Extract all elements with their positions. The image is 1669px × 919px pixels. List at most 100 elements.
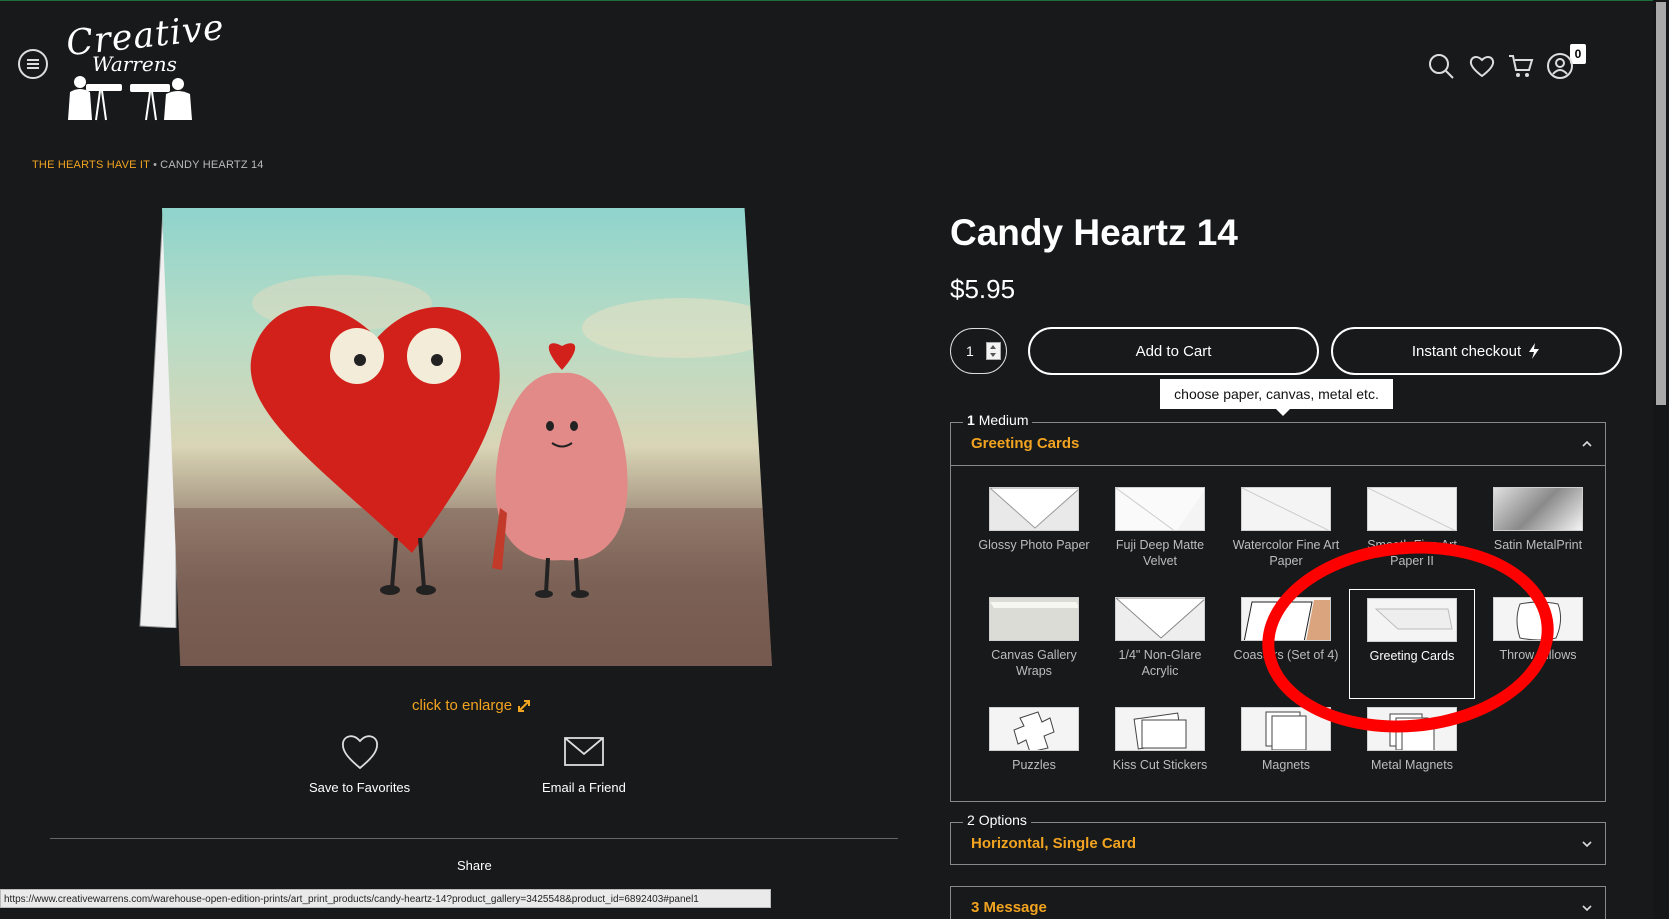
options-section[interactable]: 2 Options Horizontal, Single Card bbox=[950, 812, 1606, 865]
menu-button[interactable] bbox=[18, 49, 48, 79]
medium-option-label: Kiss Cut Stickers bbox=[1112, 758, 1208, 772]
instant-checkout-label: Instant checkout bbox=[1411, 342, 1522, 360]
heart-icon bbox=[1469, 56, 1495, 78]
photographers-silhouette-icon bbox=[68, 76, 192, 121]
cart-icon bbox=[1509, 55, 1534, 77]
medium-option-kiss-cut-stickers[interactable]: Kiss Cut Stickers bbox=[1097, 699, 1223, 809]
medium-step-number: 1 bbox=[967, 412, 975, 428]
medium-option-watercolor-fine-art-paper[interactable]: Watercolor Fine Art Paper bbox=[1223, 479, 1349, 589]
medium-section-legend: 1 Medium bbox=[963, 412, 1033, 428]
medium-option-metal-magnets[interactable]: Metal Magnets bbox=[1349, 699, 1475, 809]
medium-option-magnets[interactable]: Magnets bbox=[1223, 699, 1349, 809]
throw-pillows-thumbnail bbox=[1493, 597, 1583, 641]
scrollbar-thumb[interactable] bbox=[1656, 2, 1666, 405]
chevron-down-icon bbox=[1582, 905, 1592, 912]
save-to-favorites-button[interactable]: Save to Favorites bbox=[309, 730, 410, 795]
medium-collapse-toggle[interactable] bbox=[1581, 437, 1593, 449]
medium-option-greeting-cards[interactable]: Greeting Cards bbox=[1349, 589, 1475, 699]
smooth-fine-art-paper-thumbnail bbox=[1367, 487, 1457, 531]
favorites-button[interactable] bbox=[1468, 52, 1496, 80]
message-section-header[interactable]: 3 Message bbox=[971, 899, 1047, 916]
share-button[interactable]: Share bbox=[457, 858, 492, 873]
medium-option-non-glare-acrylic[interactable]: 1/4" Non-Glare Acrylic bbox=[1097, 589, 1223, 699]
quantity-stepper[interactable]: 1 bbox=[950, 328, 1007, 374]
share-divider bbox=[50, 838, 898, 839]
coasters-thumbnail bbox=[1241, 597, 1331, 641]
top-accent-line bbox=[0, 0, 1669, 1]
enlarge-link[interactable]: click to enlarge bbox=[412, 697, 532, 714]
expand-arrows-icon bbox=[518, 699, 531, 712]
options-section-legend: 2 Options bbox=[963, 812, 1031, 828]
glossy-photo-paper-thumbnail bbox=[989, 487, 1079, 531]
site-logo[interactable]: Creative Warrens bbox=[62, 8, 226, 121]
product-image[interactable] bbox=[138, 208, 798, 673]
instant-checkout-button[interactable]: Instant checkout bbox=[1331, 327, 1622, 375]
options-expand-toggle[interactable] bbox=[1581, 837, 1593, 849]
browser-status-url: https://www.creativewarrens.com/warehous… bbox=[0, 889, 771, 908]
page-scrollbar[interactable] bbox=[1653, 0, 1669, 919]
email-a-friend-label: Email a Friend bbox=[542, 780, 626, 795]
medium-section: 1 Medium Greeting Cards Glossy Photo Pap… bbox=[950, 412, 1606, 802]
medium-option-canvas-gallery-wraps[interactable]: Canvas Gallery Wraps bbox=[971, 589, 1097, 699]
breadcrumb-separator: • bbox=[153, 159, 158, 171]
artwork-photo bbox=[162, 208, 772, 666]
canvas-gallery-wraps-thumbnail bbox=[989, 597, 1079, 641]
puzzles-thumbnail bbox=[989, 707, 1079, 751]
product-price: $5.95 bbox=[950, 274, 1016, 304]
metal-magnets-thumbnail bbox=[1367, 707, 1457, 751]
medium-option-label: Greeting Cards bbox=[1369, 649, 1455, 663]
options-step-label: Options bbox=[978, 812, 1027, 828]
heart-outline-icon bbox=[341, 735, 378, 770]
medium-option-label: Glossy Photo Paper bbox=[978, 538, 1090, 552]
logo-text-warrens: Warrens bbox=[92, 52, 177, 76]
medium-option-label: Puzzles bbox=[1012, 758, 1056, 772]
message-section[interactable]: 3 Message bbox=[950, 886, 1606, 919]
medium-option-label: Magnets bbox=[1262, 758, 1310, 772]
medium-step-label: Medium bbox=[978, 412, 1029, 428]
search-button[interactable] bbox=[1427, 52, 1455, 80]
artwork-illustration bbox=[162, 275, 772, 666]
user-icon bbox=[1547, 53, 1573, 79]
options-step-number: 2 bbox=[967, 812, 975, 828]
lightning-bolt-icon bbox=[1529, 343, 1540, 359]
medium-option-label: Satin MetalPrint bbox=[1493, 538, 1583, 552]
options-selected-value[interactable]: Horizontal, Single Card bbox=[971, 835, 1136, 852]
medium-option-fuji-deep-matte-velvet[interactable]: Fuji Deep Matte Velvet bbox=[1097, 479, 1223, 589]
cart-button[interactable] bbox=[1507, 52, 1535, 80]
envelope-icon bbox=[564, 737, 604, 766]
quantity-value[interactable]: 1 bbox=[966, 343, 974, 359]
medium-tooltip: choose paper, canvas, metal etc. bbox=[1160, 379, 1393, 416]
quantity-spin-buttons[interactable] bbox=[985, 342, 1001, 360]
breadcrumb-parent-link[interactable]: THE HEARTS HAVE IT bbox=[32, 159, 150, 171]
magnets-thumbnail bbox=[1241, 707, 1331, 751]
medium-option-label: Canvas Gallery Wraps bbox=[991, 648, 1077, 678]
medium-option-label: Smooth Fine Art Paper II bbox=[1367, 538, 1457, 568]
medium-option-throw-pillows[interactable]: Throw Pillows bbox=[1475, 589, 1601, 699]
message-step-number: 3 bbox=[971, 899, 980, 916]
add-to-cart-button[interactable]: Add to Cart bbox=[1028, 327, 1319, 375]
decrement-arrow-icon[interactable] bbox=[990, 353, 997, 357]
medium-option-coasters[interactable]: Coasters (Set of 4) bbox=[1223, 589, 1349, 699]
add-to-cart-label: Add to Cart bbox=[1135, 342, 1212, 360]
chevron-down-icon bbox=[1582, 841, 1592, 848]
greeting-cards-thumbnail bbox=[1367, 598, 1457, 642]
medium-header-divider bbox=[951, 465, 1605, 466]
non-glare-acrylic-thumbnail bbox=[1115, 597, 1205, 641]
account-button[interactable] bbox=[1546, 52, 1574, 80]
medium-option-satin-metalprint[interactable]: Satin MetalPrint bbox=[1475, 479, 1601, 589]
medium-selected-value[interactable]: Greeting Cards bbox=[971, 435, 1079, 452]
increment-arrow-icon[interactable] bbox=[990, 345, 997, 349]
message-expand-toggle[interactable] bbox=[1581, 901, 1593, 913]
medium-option-label: Watercolor Fine Art Paper bbox=[1232, 538, 1340, 568]
medium-option-puzzles[interactable]: Puzzles bbox=[971, 699, 1097, 809]
email-a-friend-button[interactable]: Email a Friend bbox=[542, 730, 626, 795]
medium-option-glossy-photo-paper[interactable]: Glossy Photo Paper bbox=[971, 479, 1097, 589]
medium-option-label: Fuji Deep Matte Velvet bbox=[1115, 538, 1205, 568]
fuji-deep-matte-velvet-thumbnail bbox=[1115, 487, 1205, 531]
enlarge-label: click to enlarge bbox=[412, 697, 513, 714]
breadcrumb: THE HEARTS HAVE IT • CANDY HEARTZ 14 bbox=[32, 159, 264, 171]
search-icon bbox=[1429, 54, 1454, 79]
kiss-cut-stickers-thumbnail bbox=[1115, 707, 1205, 751]
chevron-up-icon bbox=[1582, 440, 1592, 447]
medium-option-smooth-fine-art-paper-ii[interactable]: Smooth Fine Art Paper II bbox=[1349, 479, 1475, 589]
